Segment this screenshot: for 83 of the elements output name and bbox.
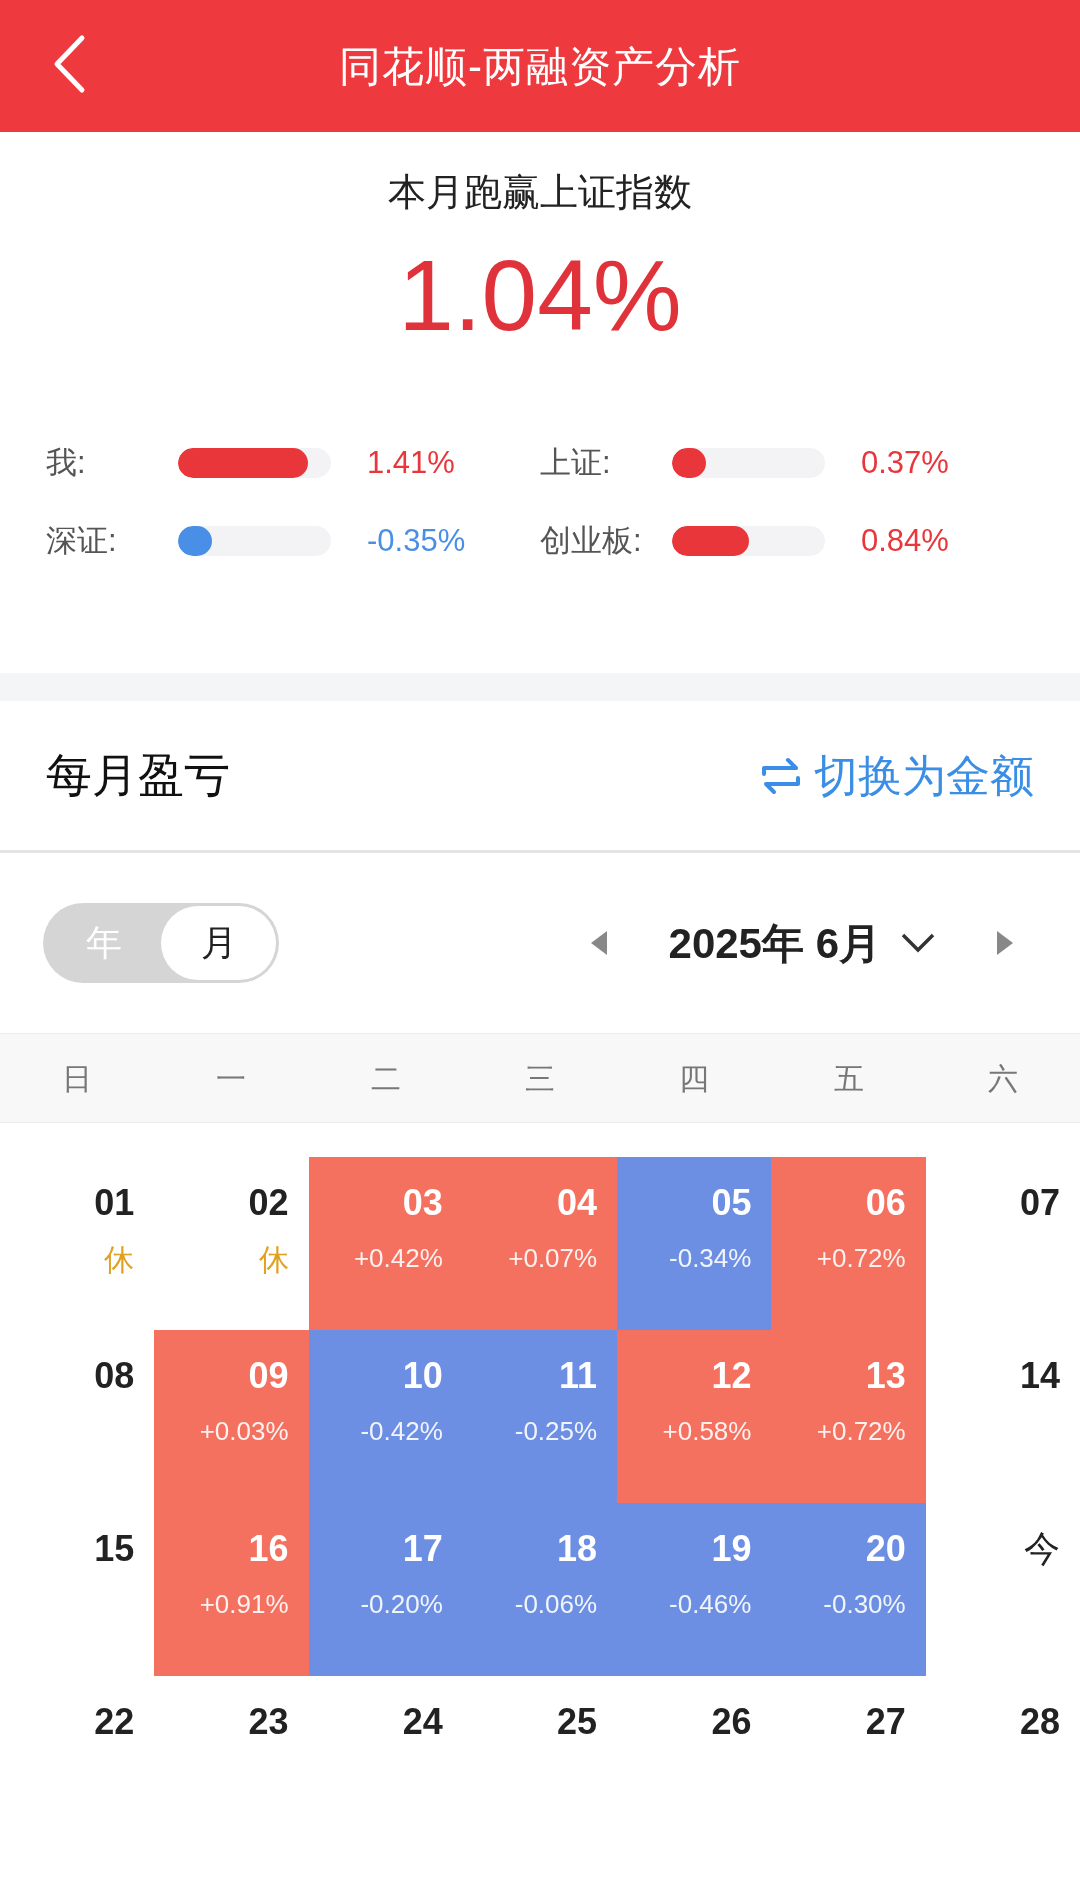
holiday-label: 休 (258, 1245, 289, 1275)
day-change: -0.25% (514, 1418, 598, 1444)
day-number: 今 (1024, 1531, 1060, 1567)
swap-icon (760, 755, 802, 796)
calendar-day[interactable]: 25 (462, 1676, 618, 1849)
calendar-day[interactable]: 07 (925, 1157, 1080, 1330)
calendar-day[interactable]: 27 (771, 1676, 926, 1849)
calendar-day[interactable]: 28 (925, 1676, 1080, 1849)
day-number: 22 (94, 1704, 135, 1740)
day-change: -0.46% (669, 1591, 752, 1617)
weekday-label: 日 (61, 1060, 94, 1097)
day-number: 11 (559, 1358, 598, 1394)
day-change: -0.20% (360, 1591, 443, 1617)
day-change: +0.07% (508, 1245, 598, 1271)
holiday-label: 休 (104, 1245, 135, 1275)
day-number: 16 (248, 1531, 289, 1567)
summary-value: 1.04% (398, 245, 682, 345)
index-value: 0.84% (861, 521, 949, 560)
calendar-day[interactable]: 22 (0, 1676, 155, 1849)
day-change: +0.42% (353, 1245, 443, 1271)
weekday-label: 一 (215, 1060, 248, 1097)
day-change: -0.06% (514, 1591, 598, 1617)
day-number: 24 (402, 1704, 443, 1740)
day-number: 18 (557, 1531, 598, 1567)
calendar-day[interactable]: 今 (925, 1503, 1080, 1676)
day-number: 06 (865, 1185, 906, 1221)
section-title: 每月盈亏 (46, 748, 230, 803)
day-number: 10 (402, 1358, 443, 1394)
month-picker[interactable]: 2025年 6月 (668, 911, 935, 975)
day-number: 15 (94, 1531, 135, 1567)
next-month-icon[interactable] (995, 929, 1015, 957)
day-number: 23 (248, 1704, 289, 1740)
index-label: 上证: (540, 443, 612, 482)
day-number: 01 (94, 1185, 135, 1221)
day-change: +0.72% (816, 1418, 906, 1444)
index-value: 1.41% (367, 443, 455, 482)
calendar-day[interactable]: 08 (0, 1330, 155, 1503)
index-label: 深证: (46, 521, 118, 560)
day-number: 19 (711, 1531, 752, 1567)
day-change: +0.58% (662, 1418, 752, 1444)
weekday-label: 三 (524, 1060, 556, 1097)
day-number: 28 (1019, 1704, 1060, 1740)
back-icon[interactable] (52, 34, 86, 94)
day-number: 08 (94, 1358, 135, 1394)
day-change: -0.34% (669, 1245, 752, 1271)
day-number: 05 (711, 1185, 752, 1221)
weekday-label: 六 (986, 1060, 1019, 1097)
day-number: 07 (1019, 1185, 1060, 1221)
day-number: 20 (865, 1531, 906, 1567)
index-value: 0.37% (861, 443, 949, 482)
calendar-day[interactable]: 26 (617, 1676, 772, 1849)
summary-caption: 本月跑赢上证指数 (388, 170, 692, 215)
weekday-label: 二 (369, 1060, 402, 1097)
calendar-day[interactable]: 24 (308, 1676, 463, 1849)
chevron-down-icon (901, 933, 935, 953)
index-value: -0.35% (367, 521, 466, 560)
weekday-label: 四 (678, 1060, 711, 1097)
page-title: 同花顺-两融资产分析 (338, 41, 742, 92)
day-change: +0.03% (199, 1418, 289, 1444)
toggle-option[interactable]: 月 (161, 906, 276, 980)
day-number: 04 (557, 1185, 598, 1221)
day-number: 13 (865, 1358, 906, 1394)
day-change: +0.91% (199, 1591, 289, 1617)
day-number: 17 (402, 1531, 443, 1567)
day-number: 02 (248, 1185, 289, 1221)
calendar-day[interactable]: 23 (154, 1676, 309, 1849)
calendar-day[interactable]: 01 休 (0, 1157, 155, 1330)
day-change: -0.30% (823, 1591, 906, 1617)
weekday-label: 五 (832, 1060, 865, 1097)
index-label: 我: (46, 443, 87, 482)
day-number: 27 (865, 1704, 906, 1740)
day-change: +0.72% (816, 1245, 906, 1271)
calendar-day[interactable]: 15 (0, 1503, 155, 1676)
index-label: 创业板: (540, 521, 643, 560)
day-number: 03 (402, 1185, 443, 1221)
day-number: 26 (711, 1704, 752, 1740)
day-change: -0.42% (360, 1418, 443, 1444)
calendar-day[interactable]: 14 (925, 1330, 1080, 1503)
day-number: 14 (1019, 1358, 1060, 1394)
calendar-day[interactable]: 02 休 (154, 1157, 309, 1330)
day-number: 09 (248, 1358, 289, 1394)
day-number: 12 (711, 1358, 752, 1394)
day-number: 25 (557, 1704, 598, 1740)
